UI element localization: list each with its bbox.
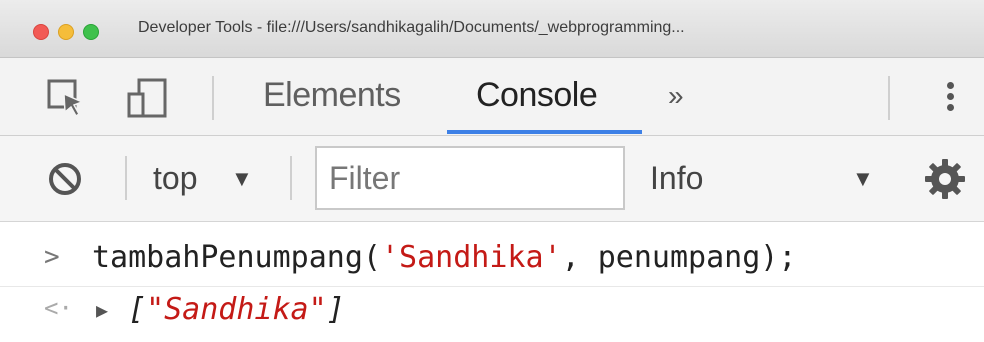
window-title: Developer Tools - file:///Users/sandhika… (138, 19, 685, 36)
result-prompt-icon: <· (44, 294, 73, 322)
filter-field[interactable] (315, 146, 625, 210)
more-tabs-button[interactable]: » (668, 80, 684, 112)
gear-icon[interactable] (924, 158, 966, 200)
toolbar-divider (888, 76, 890, 120)
device-toolbar-icon[interactable] (127, 78, 167, 118)
execution-context-select[interactable]: top (153, 160, 197, 197)
maximize-window-button[interactable] (83, 24, 99, 40)
console-result[interactable]: ["Sandhika"] (128, 292, 345, 327)
tab-console[interactable]: Console (476, 76, 598, 115)
toolbar-divider (290, 156, 292, 200)
toolbar-divider (212, 76, 214, 120)
window-titlebar: Developer Tools - file:///Users/sandhika… (0, 0, 984, 58)
filter-input[interactable] (329, 160, 619, 197)
chevron-down-icon[interactable]: ▼ (231, 166, 253, 192)
console-output[interactable]: > tambahPenumpang('Sandhika', penumpang)… (0, 222, 984, 342)
toolbar-divider (125, 156, 127, 200)
console-input-line: > tambahPenumpang('Sandhika', penumpang)… (0, 236, 984, 287)
chevron-down-icon[interactable]: ▼ (852, 166, 874, 192)
console-toolbar: top ▼ Info ▼ (0, 136, 984, 222)
active-tab-indicator (447, 130, 642, 134)
minimize-window-button[interactable] (58, 24, 74, 40)
console-result-line: <· ▶ ["Sandhika"] (0, 288, 984, 338)
more-options-icon[interactable] (940, 78, 960, 122)
inspect-element-icon[interactable] (46, 78, 86, 118)
console-command: tambahPenumpang('Sandhika', penumpang); (92, 240, 797, 275)
expand-arrow-icon[interactable]: ▶ (96, 298, 108, 322)
close-window-button[interactable] (33, 24, 49, 40)
tab-elements[interactable]: Elements (263, 76, 401, 115)
devtools-tabbar: Elements Console » (0, 58, 984, 136)
input-prompt-icon: > (44, 242, 60, 272)
clear-console-icon[interactable] (47, 161, 83, 197)
log-level-select[interactable]: Info (650, 160, 703, 197)
